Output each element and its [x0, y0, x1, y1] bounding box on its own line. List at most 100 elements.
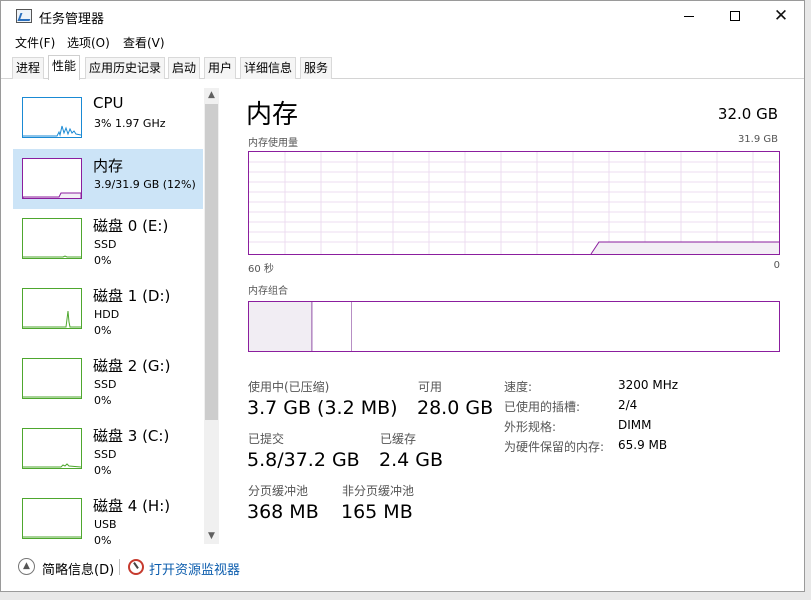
disk-2-thumbnail-graph: [22, 358, 82, 399]
close-button[interactable]: ✕: [758, 1, 804, 31]
page-title: 内存: [246, 100, 299, 130]
disk-3-title: 磁盘 3 (C:): [93, 427, 170, 445]
sidebar-item-memory[interactable]: 内存 3.9/31.9 GB (12%): [13, 149, 203, 209]
sidebar-item-disk-4[interactable]: 磁盘 4 (H:) USB 0%: [13, 489, 203, 545]
resource-monitor-icon[interactable]: [128, 559, 144, 575]
open-resource-monitor-link[interactable]: 打开资源监视器: [149, 559, 240, 578]
menu-file[interactable]: 文件(F): [15, 34, 55, 51]
scroll-down-arrow-icon[interactable]: ▼: [204, 529, 219, 544]
window-title: 任务管理器: [39, 12, 105, 27]
committed-value: 5.8/37.2 GB: [247, 449, 360, 471]
disk-0-type: SSD: [94, 238, 117, 251]
speed-label: 速度:: [504, 380, 533, 394]
disk-0-title: 磁盘 0 (E:): [93, 217, 169, 235]
sidebar-item-disk-1[interactable]: 磁盘 1 (D:) HDD 0%: [13, 279, 203, 339]
disk-3-thumbnail-graph: [22, 428, 82, 469]
sidebar-item-disk-0[interactable]: 磁盘 0 (E:) SSD 0%: [13, 209, 203, 269]
scroll-thumb[interactable]: [205, 104, 218, 420]
memory-title: 内存: [93, 157, 124, 175]
resource-list: CPU 3% 1.97 GHz 内存 3.9/31.9 GB (12%) 磁盘 …: [9, 88, 221, 545]
close-icon: ✕: [773, 6, 789, 26]
in-use-value: 3.7 GB (3.2 MB): [247, 397, 398, 419]
composition-in-use: [249, 302, 312, 351]
disk-4-usage: 0%: [94, 534, 112, 545]
disk-4-type: USB: [94, 518, 117, 531]
memory-composition-bar: [248, 301, 780, 352]
maximize-button[interactable]: [712, 1, 758, 31]
cached-label: 已缓存: [380, 432, 417, 446]
disk-4-title: 磁盘 4 (H:): [93, 497, 171, 515]
tab-details[interactable]: 详细信息: [240, 57, 297, 79]
disk-3-usage: 0%: [94, 464, 112, 477]
memory-usage-label: 内存使用量: [248, 138, 298, 149]
memory-usage-max: 31.9 GB: [737, 134, 778, 145]
form-factor-label: 外形规格:: [504, 420, 557, 434]
disk-1-thumbnail-graph: [22, 288, 82, 329]
slots-used-label: 已使用的插槽:: [504, 400, 581, 414]
nonpaged-pool-value: 165 MB: [341, 501, 413, 523]
cpu-usage: 3% 1.97 GHz: [94, 117, 166, 130]
disk-0-usage: 0%: [94, 254, 112, 267]
disk-4-thumbnail-graph: [22, 498, 82, 539]
graph-time-right: 0: [773, 260, 780, 271]
graph-time-left: 60 秒: [248, 264, 274, 275]
footer-divider: [119, 559, 120, 575]
tab-app-history[interactable]: 应用历史记录: [85, 57, 166, 79]
memory-thumbnail-graph: [22, 158, 82, 199]
composition-modified: [312, 302, 352, 351]
cached-value: 2.4 GB: [379, 449, 444, 471]
disk-2-type: SSD: [94, 378, 117, 391]
disk-1-title: 磁盘 1 (D:): [93, 287, 171, 305]
slots-used-value: 2/4: [618, 398, 638, 412]
paged-pool-value: 368 MB: [247, 501, 319, 523]
in-use-label: 使用中(已压缩): [248, 380, 330, 394]
sidebar-scrollbar[interactable]: ▲ ▼: [204, 88, 219, 544]
tab-services[interactable]: 服务: [300, 57, 333, 79]
available-value: 28.0 GB: [417, 397, 494, 419]
hardware-reserved-value: 65.9 MB: [618, 438, 668, 452]
available-label: 可用: [418, 380, 443, 394]
sidebar-item-disk-3[interactable]: 磁盘 3 (C:) SSD 0%: [13, 419, 203, 479]
tab-users[interactable]: 用户: [204, 57, 237, 79]
disk-0-thumbnail-graph: [22, 218, 82, 259]
task-manager-icon: [16, 9, 32, 23]
menu-view[interactable]: 查看(V): [123, 34, 165, 51]
menu-bar: 文件(F) 选项(O) 查看(V): [1, 32, 804, 54]
memory-usage-graph: [248, 151, 780, 255]
maximize-icon: [730, 11, 740, 21]
minimize-icon: [684, 15, 694, 17]
title-bar[interactable]: 任务管理器 ✕: [1, 1, 804, 31]
cpu-title: CPU: [93, 94, 124, 112]
memory-usage: 3.9/31.9 GB (12%): [94, 178, 196, 191]
disk-2-title: 磁盘 2 (G:): [93, 357, 171, 375]
paged-pool-label: 分页缓冲池: [248, 484, 309, 498]
tab-performance[interactable]: 性能: [48, 55, 81, 80]
memory-composition-label: 内存组合: [248, 286, 288, 297]
footer-bar: ▲ 简略信息(D) 打开资源监视器: [1, 554, 804, 584]
speed-value: 3200 MHz: [618, 378, 679, 392]
disk-1-usage: 0%: [94, 324, 112, 337]
tab-startup[interactable]: 启动: [168, 57, 201, 79]
form-factor-value: DIMM: [618, 418, 652, 432]
total-memory: 32.0 GB: [717, 105, 778, 123]
tab-bar: 进程 性能 应用历史记录 启动 用户 详细信息 服务: [1, 55, 804, 80]
menu-options[interactable]: 选项(O): [67, 34, 110, 51]
scroll-up-arrow-icon[interactable]: ▲: [204, 88, 219, 103]
cpu-thumbnail-graph: [22, 97, 82, 138]
task-manager-window: 任务管理器 ✕ 文件(F) 选项(O) 查看(V) 进程 性能 应用历史记录 启…: [0, 0, 805, 592]
tab-processes[interactable]: 进程: [12, 57, 45, 79]
memory-detail-panel: 内存 32.0 GB 内存使用量 31.9 GB 60 秒 0 内存组合 使用中…: [246, 88, 786, 538]
disk-3-type: SSD: [94, 448, 117, 461]
disk-1-type: HDD: [94, 308, 120, 321]
sidebar-item-disk-2[interactable]: 磁盘 2 (G:) SSD 0%: [13, 349, 203, 409]
background-window-fragment-bottom: [0, 592, 300, 600]
disk-2-usage: 0%: [94, 394, 112, 407]
nonpaged-pool-label: 非分页缓冲池: [342, 484, 415, 498]
minimize-button[interactable]: [666, 1, 712, 31]
hardware-reserved-label: 为硬件保留的内存:: [504, 440, 605, 454]
committed-label: 已提交: [248, 432, 285, 446]
sidebar-item-cpu[interactable]: CPU 3% 1.97 GHz: [13, 88, 203, 148]
chevron-up-icon[interactable]: ▲: [18, 558, 35, 575]
memory-usage-graph-svg: [249, 152, 779, 254]
fewer-details-button[interactable]: 简略信息(D): [42, 559, 114, 578]
